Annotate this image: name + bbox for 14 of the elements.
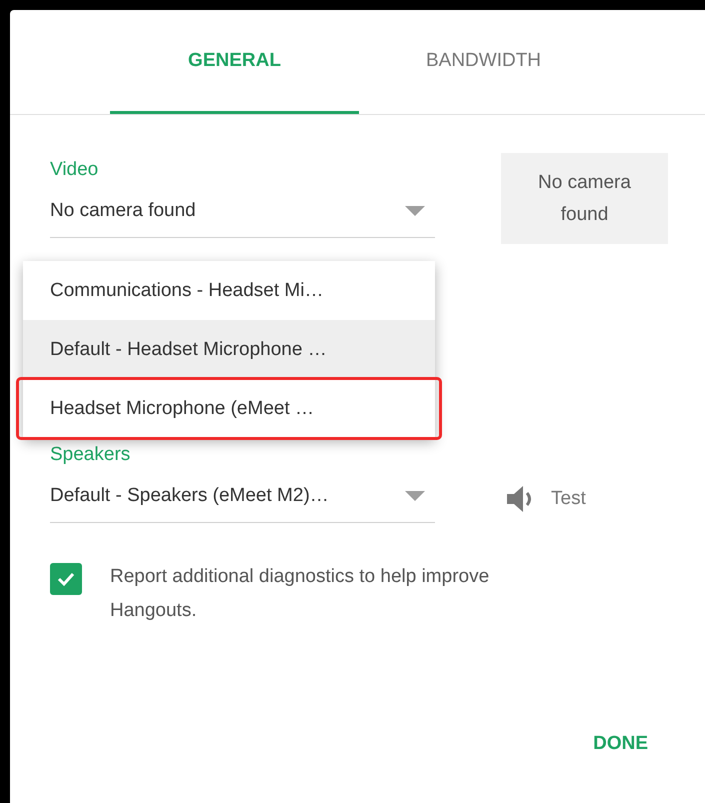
caret-icon	[405, 206, 425, 216]
checkbox-label: Report additional diagnostics to help improve Hangouts.	[110, 565, 490, 623]
menu-item[interactable]: Default - Headset Microphone …	[23, 320, 435, 379]
speakers-select[interactable]: Default - Speakers (eMeet M2)…	[50, 470, 435, 523]
test-button[interactable]: Test	[551, 488, 586, 510]
menu-item[interactable]: Communications - Headset Mi…	[23, 261, 435, 320]
menu-item[interactable]: Headset Microphone (eMeet …	[18, 379, 440, 438]
field-label: Speakers	[50, 444, 132, 467]
camera-preview: No camera found	[501, 153, 668, 244]
tab[interactable]: BANDWIDTH	[359, 10, 608, 114]
field-label: Video	[50, 159, 100, 182]
caret-icon	[405, 491, 425, 501]
checkbox[interactable]	[50, 563, 82, 595]
video-select[interactable]: No camera found	[50, 185, 435, 238]
